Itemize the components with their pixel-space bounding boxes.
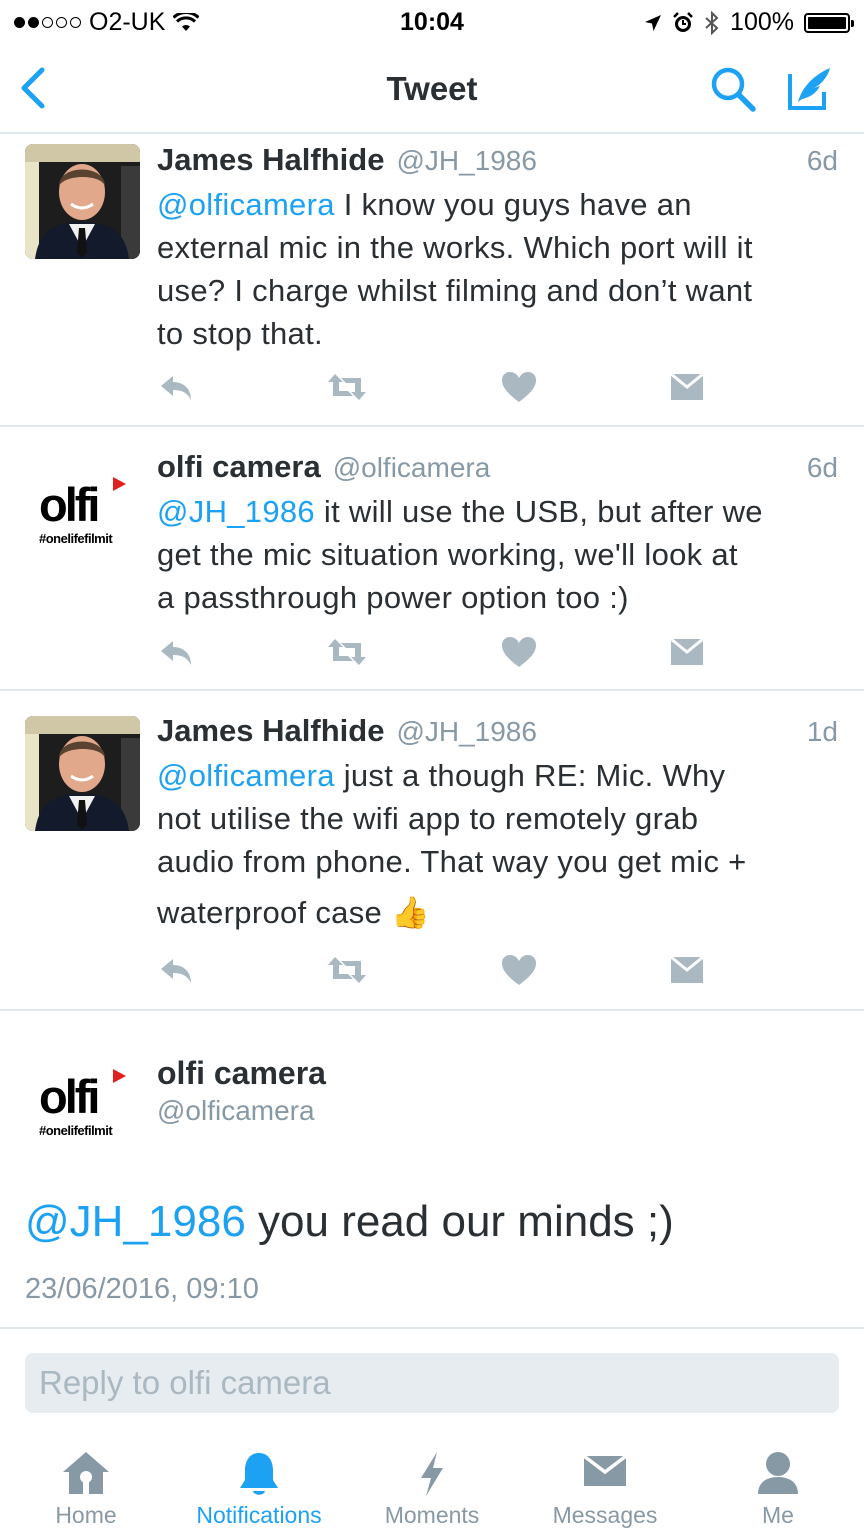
author-name[interactable]: olfi camera <box>157 1055 326 1092</box>
status-bar: O2-UK 10:04 100% <box>0 0 864 44</box>
tweet-header: James Halfhide @JH_1986 1d <box>157 713 838 749</box>
mention-link[interactable]: @JH_1986 <box>25 1197 246 1246</box>
olfi-play-icon <box>113 477 126 491</box>
tab-notifications[interactable]: Notifications <box>173 1436 345 1536</box>
thumbs-up-emoji: 👍 <box>390 895 430 930</box>
bluetooth-icon <box>705 10 719 35</box>
author-name[interactable]: olfi camera <box>157 449 321 485</box>
reply-placeholder: Reply to olfi camera <box>39 1364 331 1401</box>
tweet-header: olfi camera @olficamera 6d <box>157 449 838 485</box>
retweet-icon[interactable] <box>327 953 367 987</box>
tweet-actions <box>157 635 717 671</box>
tweet-header: James Halfhide @JH_1986 6d <box>157 142 838 178</box>
person-icon <box>758 1452 798 1494</box>
mention-link[interactable]: @JH_1986 <box>157 494 315 529</box>
bell-icon <box>240 1453 278 1495</box>
olfi-logo-word: olfi <box>39 1070 101 1123</box>
reply-icon[interactable] <box>157 953 197 987</box>
direct-message-icon[interactable] <box>667 370 707 404</box>
reply-icon[interactable] <box>157 370 197 404</box>
tweet-actions <box>157 953 717 989</box>
alarm-icon <box>673 11 693 32</box>
tweet-timestamp: 23/06/2016, 09:10 <box>25 1273 259 1305</box>
tab-me[interactable]: Me <box>692 1436 864 1536</box>
olfi-logo-tag: #onelifefilmit <box>39 531 113 546</box>
avatar[interactable] <box>25 716 140 831</box>
like-heart-icon[interactable] <box>499 635 539 669</box>
tweet-text: @olficamera I know you guys have an exte… <box>157 187 753 351</box>
olfi-logo-word: olfi <box>39 478 101 531</box>
like-heart-icon[interactable] <box>499 370 539 404</box>
author-name[interactable]: James Halfhide <box>157 142 384 178</box>
focused-tweet: olfi #onelifefilmit olfi camera @olficam… <box>0 1011 864 1329</box>
search-icon[interactable] <box>708 64 758 114</box>
home-icon <box>63 1452 109 1494</box>
status-right: 100% <box>644 8 854 37</box>
retweet-icon[interactable] <box>327 635 367 669</box>
tweet[interactable]: olfi #onelifefilmit olfi camera @olficam… <box>0 427 864 691</box>
avatar[interactable]: olfi #onelifefilmit <box>25 1039 140 1154</box>
author-handle[interactable]: @JH_1986 <box>396 145 537 177</box>
author-handle[interactable]: @olficamera <box>333 452 491 484</box>
tweet-time: 6d <box>806 145 838 176</box>
retweet-icon[interactable] <box>327 370 367 404</box>
user-photo-icon <box>25 716 140 831</box>
reply-input[interactable]: Reply to olfi camera <box>25 1353 839 1413</box>
envelope-icon <box>582 1454 628 1486</box>
olfi-logo-tag: #onelifefilmit <box>39 1123 113 1138</box>
tab-home[interactable]: Home <box>0 1436 172 1536</box>
battery-percent: 100% <box>730 8 794 36</box>
battery-icon <box>804 12 854 33</box>
location-arrow-icon <box>645 14 662 31</box>
like-heart-icon[interactable] <box>499 953 539 987</box>
tweet-text: @JH_1986 it will use the USB, but after … <box>157 494 763 615</box>
tweet-actions <box>157 370 717 406</box>
avatar[interactable]: olfi #onelifefilmit <box>25 447 140 562</box>
author-name[interactable]: James Halfhide <box>157 713 384 749</box>
tweet[interactable]: James Halfhide @JH_1986 1d @olficamera j… <box>0 691 864 1011</box>
tab-messages[interactable]: Messages <box>519 1436 691 1536</box>
tweet-time: 1d <box>806 716 838 747</box>
user-photo-icon <box>25 144 140 259</box>
mention-link[interactable]: @olficamera <box>157 187 335 222</box>
author-handle[interactable]: @JH_1986 <box>396 716 537 748</box>
direct-message-icon[interactable] <box>667 953 707 987</box>
direct-message-icon[interactable] <box>667 635 707 669</box>
navigation-bar: Tweet <box>0 44 864 134</box>
olfi-play-icon <box>113 1069 126 1083</box>
tab-moments[interactable]: Moments <box>346 1436 518 1536</box>
mention-link[interactable]: @olficamera <box>157 758 335 793</box>
avatar[interactable] <box>25 144 140 259</box>
reply-icon[interactable] <box>157 635 197 669</box>
tweet[interactable]: James Halfhide @JH_1986 6d @olficamera I… <box>0 136 864 427</box>
tab-bar: Home Notifications Moments Messages Me <box>0 1436 864 1536</box>
tweet-text: @olficamera just a though RE: Mic. Why n… <box>157 758 747 930</box>
tweet-time: 6d <box>806 452 838 483</box>
compose-tweet-icon[interactable] <box>784 62 836 114</box>
author-handle[interactable]: @olficamera <box>157 1095 315 1127</box>
battery-fill <box>808 16 846 29</box>
tweet-text: @JH_1986 you read our minds ;) <box>25 1197 674 1246</box>
lightning-icon <box>421 1452 443 1496</box>
